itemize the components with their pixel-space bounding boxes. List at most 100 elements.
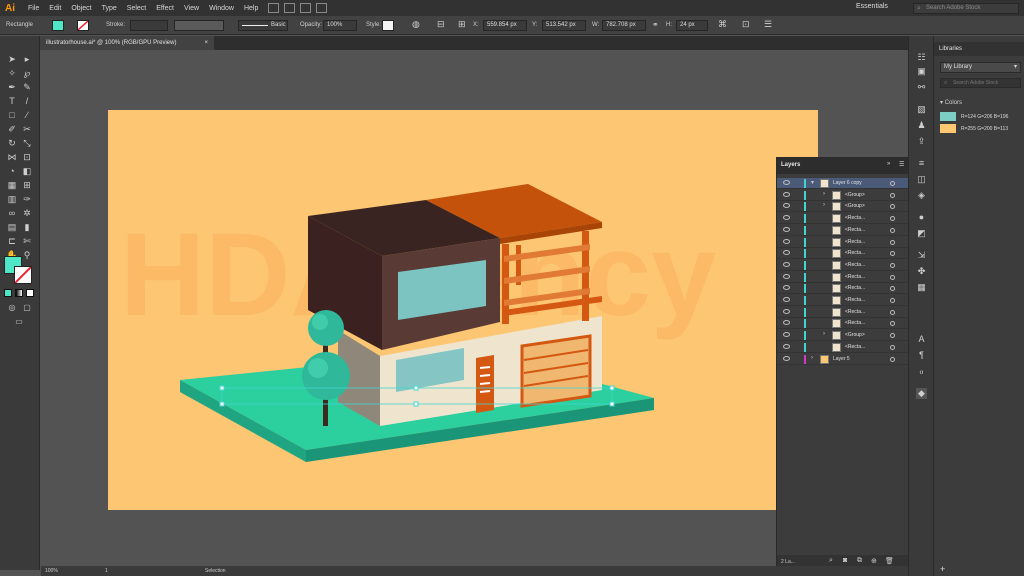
transform-panel-icon[interactable]: ◫ [916, 174, 927, 185]
library-color-swatch[interactable]: R=124 G=206 B=196 [940, 112, 1024, 122]
visibility-eye-icon[interactable] [783, 285, 790, 291]
layer-name[interactable]: <Recta... [845, 239, 865, 245]
eraser-tool-icon[interactable]: ✂ [21, 123, 33, 135]
new-layer-icon[interactable]: ⊕ [871, 557, 877, 565]
sublayer-row[interactable]: <Recta... [777, 318, 909, 330]
layer-name[interactable]: <Recta... [845, 274, 865, 280]
color-mode-icon[interactable] [4, 289, 12, 297]
selection-tool-icon[interactable]: ➤ [6, 53, 18, 65]
stroke-weight-field[interactable] [130, 20, 168, 31]
target-circle-icon[interactable] [890, 309, 895, 315]
target-circle-icon[interactable] [890, 192, 895, 198]
asset-export-icon[interactable]: ⇪ [916, 136, 927, 147]
delete-layer-icon[interactable]: 🗑 [885, 557, 894, 565]
layer-name[interactable]: <Recta... [845, 344, 865, 350]
bridge-icon[interactable] [268, 3, 280, 13]
edit-toolbar-icon[interactable]: ▭ [13, 316, 25, 328]
layers-icon[interactable]: ◆ [916, 388, 927, 399]
swatches-icon[interactable]: ▦ [916, 282, 927, 293]
library-color-swatch[interactable]: R=255 G=200 B=113 [940, 124, 1024, 134]
lasso-tool-icon[interactable]: ℘ [21, 67, 33, 79]
expand-chevron-icon[interactable]: › [823, 202, 825, 208]
align-panel-icon[interactable]: ≡ [916, 158, 927, 169]
draw-mode-icon[interactable]: ◎ [6, 302, 18, 314]
libraries-icon[interactable]: ▣ [916, 66, 927, 77]
character-icon[interactable]: A [916, 334, 927, 345]
scale-tool-icon[interactable]: ⤡ [21, 137, 33, 149]
recolor-icon[interactable]: ◍ [412, 19, 420, 30]
sublayer-row[interactable]: <Recta... [777, 307, 909, 318]
new-sublayer-icon[interactable]: ⧉ [857, 557, 862, 565]
artboard[interactable]: HDAgency [108, 110, 818, 510]
layer-name[interactable]: Layer 5 [833, 356, 850, 362]
puppet-icon[interactable]: ♟ [916, 120, 927, 131]
menu-view[interactable]: View [179, 5, 204, 12]
layer-name[interactable]: <Recta... [845, 250, 865, 256]
symbol-sprayer-tool-icon[interactable]: ✲ [21, 207, 33, 219]
rotate-tool-icon[interactable]: ↻ [6, 137, 18, 149]
screen-mode-icon[interactable]: ▢ [21, 302, 33, 314]
gradient-mode-icon[interactable] [15, 289, 23, 297]
visibility-eye-icon[interactable] [783, 180, 790, 185]
eyedropper-tool-icon[interactable]: ✑ [21, 193, 33, 205]
libraries-tab[interactable]: Libraries [934, 42, 1024, 56]
menu-type[interactable]: Type [97, 5, 122, 12]
stock-icon[interactable] [284, 3, 296, 13]
brush-definition-select[interactable]: Basic [238, 20, 288, 31]
status-tool[interactable]: Selection [205, 568, 226, 574]
constrain-link-icon[interactable]: ⚭ [652, 20, 659, 29]
layer-name[interactable]: <Group> [845, 203, 865, 209]
expand-chevron-icon[interactable]: › [823, 191, 825, 197]
sublayer-row[interactable]: <Recta... [777, 248, 909, 260]
pathfinder-icon[interactable]: ◈ [916, 190, 927, 201]
visibility-eye-icon[interactable] [783, 238, 790, 244]
layer-name[interactable]: <Recta... [845, 285, 865, 291]
document-tab[interactable]: illustratorhouse.ai* @ 100% (RGB/GPU Pre… [40, 36, 214, 50]
target-circle-icon[interactable] [890, 262, 895, 268]
gradient-tool-icon[interactable]: ▥ [6, 193, 18, 205]
menu-effect[interactable]: Effect [151, 5, 179, 12]
visibility-eye-icon[interactable] [783, 250, 790, 256]
graphic-style-swatch[interactable] [382, 20, 394, 31]
target-circle-icon[interactable] [890, 216, 895, 222]
opentype-icon[interactable]: ℴ [916, 366, 927, 377]
align-icon[interactable]: ⊟ [437, 19, 445, 30]
free-transform-tool-icon[interactable]: ⊡ [21, 151, 33, 163]
menu-object[interactable]: Object [66, 5, 96, 12]
variable-width-profile[interactable] [174, 20, 224, 31]
graphic-styles-icon[interactable]: ◩ [916, 228, 927, 239]
menu-window[interactable]: Window [204, 5, 239, 12]
layer-name[interactable]: Layer 6 copy [833, 180, 862, 186]
visibility-eye-icon[interactable] [783, 215, 790, 221]
transform-icon[interactable]: ⊞ [458, 19, 466, 30]
visibility-eye-icon[interactable] [783, 297, 790, 302]
isolate-icon[interactable]: ⊡ [742, 19, 750, 30]
rectangle-tool-icon[interactable]: □ [6, 109, 18, 121]
layers-panel-title[interactable]: Layers [781, 162, 800, 168]
symbols-icon[interactable]: ✤ [916, 266, 927, 277]
properties-icon[interactable]: ☷ [916, 52, 927, 63]
layer-name[interactable]: <Recta... [845, 320, 865, 326]
stock-search-input[interactable]: ⌕ Search Adobe Stock [913, 3, 1019, 14]
target-circle-icon[interactable] [890, 344, 895, 350]
magic-wand-tool-icon[interactable]: ✧ [6, 67, 18, 79]
type-tool-icon[interactable]: T [6, 95, 18, 107]
layer-name[interactable]: <Recta... [845, 309, 865, 315]
layer-name[interactable]: <Group> [845, 332, 865, 338]
transform-options-icon[interactable]: ⌘ [718, 19, 727, 30]
panel-menu-icon[interactable]: ☰ [764, 19, 772, 30]
expand-chevron-icon[interactable]: › [811, 355, 813, 361]
sublayer-row[interactable]: <Recta... [777, 260, 909, 271]
sublayer-row[interactable]: <Recta... [777, 225, 909, 236]
target-circle-icon[interactable] [890, 321, 895, 327]
artboards-icon[interactable]: ▧ [916, 104, 927, 115]
pen-tool-icon[interactable]: ✒ [6, 81, 18, 93]
x-field[interactable]: 559.854 px [483, 20, 527, 31]
layer-name[interactable]: <Recta... [845, 227, 865, 233]
colors-section-header[interactable]: ▾ Colors [940, 99, 962, 106]
menu-file[interactable]: File [23, 5, 44, 12]
panel-menu-icon[interactable]: ☰ [899, 161, 904, 168]
slice-tool-icon[interactable]: ✄ [21, 235, 33, 247]
appearance-icon[interactable]: ● [916, 212, 927, 223]
library-select[interactable]: My Library ▾ [940, 62, 1021, 73]
